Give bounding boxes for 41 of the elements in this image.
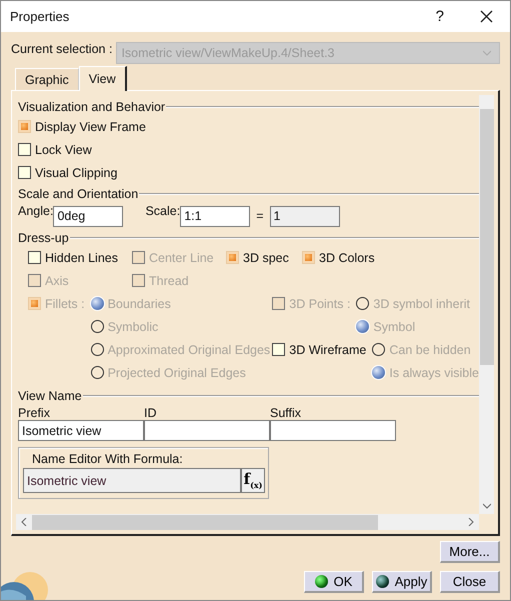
name-field[interactable]: Isometric view [18, 420, 144, 441]
chevron-left-icon[interactable] [20, 518, 28, 526]
column-label: ID [144, 406, 158, 420]
dialog-button[interactable]: Close [440, 571, 500, 593]
more-button[interactable]: More... [440, 541, 500, 563]
checkbox[interactable]: 3D spec [226, 250, 289, 264]
formula-button[interactable]: f$_{(x)}$ [241, 468, 265, 493]
column-label: Prefix [18, 406, 51, 420]
chevron-down-icon[interactable] [482, 502, 490, 510]
checkbox[interactable]: Display View Frame [18, 120, 146, 134]
result-field: 1 [270, 206, 340, 226]
name-field[interactable] [144, 420, 270, 441]
section-title: Dress-up [18, 231, 69, 245]
tab[interactable]: Graphic [15, 68, 79, 90]
field-label: Scale: [145, 204, 180, 218]
equals-sign: = [256, 209, 264, 223]
checkbox[interactable]: 3D Colors [302, 250, 375, 264]
window-title: Properties [10, 9, 70, 24]
horizontal-scrollbar[interactable] [16, 514, 479, 530]
checkbox[interactable]: Visual Clipping [18, 166, 118, 180]
checkbox[interactable]: Lock View [18, 142, 92, 156]
column-label: Suffix [270, 406, 302, 420]
vertical-scrollbar[interactable] [479, 95, 494, 514]
field-label: Angle: [18, 204, 54, 218]
dialog-button[interactable]: Apply [372, 571, 432, 593]
scale-field[interactable]: 1:1 [180, 206, 250, 226]
close-icon[interactable] [480, 10, 493, 23]
formula-field[interactable]: Isometric view [23, 468, 242, 493]
dialog-button[interactable]: OK [304, 571, 364, 593]
section-title: View Name [18, 389, 82, 403]
section-title: Scale and Orientation [18, 187, 138, 201]
chevron-down-icon [483, 49, 491, 57]
checkbox[interactable]: 3D Wireframe [272, 342, 366, 356]
section-title: Visualization and Behavior [18, 100, 166, 114]
help-button[interactable]: ? [436, 8, 444, 25]
chevron-right-icon[interactable] [467, 518, 475, 526]
angle-field[interactable]: 0deg [53, 206, 124, 226]
name-field[interactable] [270, 420, 396, 441]
field-label: Current selection : [11, 42, 112, 56]
checkbox[interactable]: Hidden Lines [28, 250, 118, 264]
tab[interactable]: View [78, 66, 127, 91]
